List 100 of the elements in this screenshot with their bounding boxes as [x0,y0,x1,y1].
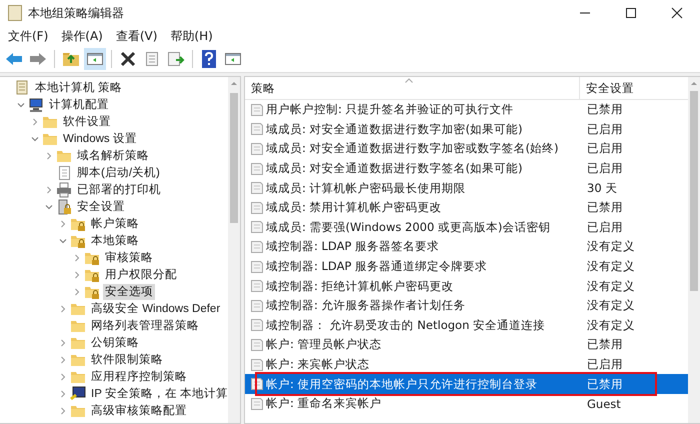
chevron-right-icon[interactable] [72,288,82,296]
table-cell-text: 域控制器: 拒绝计算机帐户密码更改 [266,278,455,294]
chevron-right-icon[interactable] [72,254,82,262]
tree-item[interactable]: 脚本(启动/关机) [75,164,162,180]
table-row[interactable]: 域控制器： 允许易受攻击的 Netlogon 安全通道连接 没有定义 [245,316,688,336]
document-icon [250,358,264,372]
chevron-down-icon[interactable] [30,134,40,142]
document-icon [250,338,264,352]
chevron-right-icon[interactable] [58,356,68,364]
table-cell-text: Guest [586,396,621,411]
table-cell-text: 没有定义 [586,278,635,294]
tree-item[interactable]: 已部署的打印机 [75,182,163,198]
document-icon [250,279,264,294]
pane-button[interactable] [84,48,106,70]
chevron-right-icon[interactable] [58,220,68,228]
tree-item[interactable]: 高级审核策略配置 [89,402,189,418]
table-row[interactable]: 域控制器: LDAP 服务器通道绑定令牌要求 没有定义 [245,256,688,276]
printer-icon [56,182,72,198]
tree-item[interactable]: 网络列表管理器策略 [89,318,201,334]
menu-item[interactable]: 操作(A) [57,28,112,44]
table-row[interactable]: 帐户: 重命名来宾帐户 Guest [245,394,688,414]
menu-item[interactable]: 帮助(H) [166,28,222,44]
table-cell-text: 已禁用 [586,102,623,118]
close-icon [671,7,683,19]
chevron-right-icon[interactable] [30,118,40,126]
chevron-right-icon[interactable] [58,390,68,398]
tree-item[interactable]: 安全选项 [103,284,155,300]
document-icon [250,396,264,411]
table-cell-text: 域控制器: LDAP 服务器通道绑定令牌要求 [266,259,488,274]
chevron-down-icon[interactable] [16,100,26,108]
tree-item[interactable]: Windows 设置 [61,130,139,146]
tree-item[interactable]: 软件限制策略 [89,352,165,368]
tree-item[interactable]: 本地策略 [89,232,141,248]
table-row[interactable]: 帐户: 使用空密码的本地帐户只允许进行控制台登录 已禁用 [245,374,688,394]
tree-item[interactable]: 本地计算机 策略 [33,80,124,96]
document-icon [250,122,264,136]
chevron-down-icon[interactable] [58,236,68,244]
table-cell-text: 域成员: 禁用计算机帐户密码更改 [266,200,443,216]
maximize-icon [625,7,637,19]
table-cell-text: 用户帐户控制: 只提升签名并验证的可执行文件 [266,102,515,118]
table-row[interactable]: 域控制器: 允许服务器操作者计划任务 没有定义 [245,296,688,316]
column-header[interactable]: 安全设置 [580,77,634,99]
scroll-up-icon[interactable] [230,80,238,86]
column-header[interactable]: 策略 [245,77,580,99]
table-cell-text: 已启用 [586,141,623,156]
table-cell-text: 已启用 [586,161,623,176]
table-cell-text: 域成员: 对安全通道数据进行数字加密(如果可能) [266,122,524,137]
tree-item[interactable]: 帐户策略 [89,216,141,232]
tree-item[interactable]: 计算机配置 [47,96,111,112]
tree-item[interactable]: 软件设置 [61,114,113,130]
server-lock-icon [56,198,72,214]
tree-item[interactable]: 安全设置 [75,198,127,214]
computer-icon [28,96,44,112]
table-row[interactable]: 域成员: 对安全通道数据进行数字加密或数字签名(始终) 已启用 [245,139,688,159]
menu-item[interactable]: 查看(V) [112,28,166,44]
table-cell-text: 已禁用 [586,376,623,392]
folder-arrow-icon [62,51,80,67]
table-row[interactable]: 域控制器: 拒绝计算机帐户密码更改 没有定义 [245,276,688,296]
table-row[interactable]: 域成员: 禁用计算机帐户密码更改 已禁用 [245,198,688,218]
tree-item[interactable]: 域名解析策略 [75,148,151,164]
chevron-down-icon[interactable] [44,202,54,210]
table-row[interactable]: 域成员: 计算机帐户密码最长使用期限 30 天 [245,178,688,198]
x-icon [120,51,136,67]
chevron-right-icon[interactable] [58,372,68,380]
table-row[interactable]: 帐户: 来宾帐户状态 已启用 [245,354,688,374]
chevron-right-icon[interactable] [44,186,54,194]
table-cell-text: 域成员: 对安全通道数据进行数字加密或数字签名(始终) [266,141,560,156]
document-icon [250,220,264,234]
table-cell-text: 没有定义 [586,239,635,254]
chevron-right-icon[interactable] [58,304,68,312]
document-icon [250,181,264,196]
tree-item[interactable]: 高级安全 Windows Defer [89,300,222,316]
tree-item[interactable]: 应用程序控制策略 [89,368,189,384]
tree-item[interactable]: 公钥策略 [89,334,141,350]
document-icon [250,200,264,215]
table-row[interactable]: 域成员: 对安全通道数据进行数字签名(如果可能) 已启用 [245,158,688,178]
monitor-key-icon [70,386,86,402]
table-row[interactable]: 域控制器: LDAP 服务器签名要求 没有定义 [245,237,688,257]
tree-item[interactable]: 审核策略 [103,250,155,266]
right-arrow-icon [29,52,47,66]
table-row[interactable]: 域成员: 需要强(Windows 2000 或更高版本)会话密钥 已启用 [245,218,688,238]
tree-item[interactable]: IP 安全策略，在 本地计算 [89,386,228,402]
chevron-right-icon[interactable] [58,406,68,414]
scrollbar[interactable] [228,77,240,423]
table-row[interactable]: 域成员: 对安全通道数据进行数字加密(如果可能) 已启用 [245,120,688,140]
table-row[interactable]: 用户帐户控制: 只提升签名并验证的可执行文件 已禁用 [245,100,688,120]
table-row[interactable]: 帐户: 管理员帐户状态 已禁用 [245,335,688,355]
document-arrow-icon [167,51,185,67]
document-icon [250,298,264,313]
table-cell-text: 没有定义 [586,318,635,333]
scrollbar[interactable] [688,77,700,423]
chevron-right-icon[interactable] [44,152,54,160]
chevron-right-icon[interactable] [72,270,82,278]
table-cell-text: 帐户: 使用空密码的本地帐户只允许进行控制台登录 [266,376,539,392]
window-title: 本地组策略编辑器 [28,4,124,22]
menu-item[interactable]: 文件(F) [4,28,58,44]
tree-item[interactable]: 用户权限分配 [103,266,179,282]
help-icon [202,50,216,68]
chevron-right-icon[interactable] [58,338,68,346]
scroll-up-icon[interactable] [690,80,698,86]
